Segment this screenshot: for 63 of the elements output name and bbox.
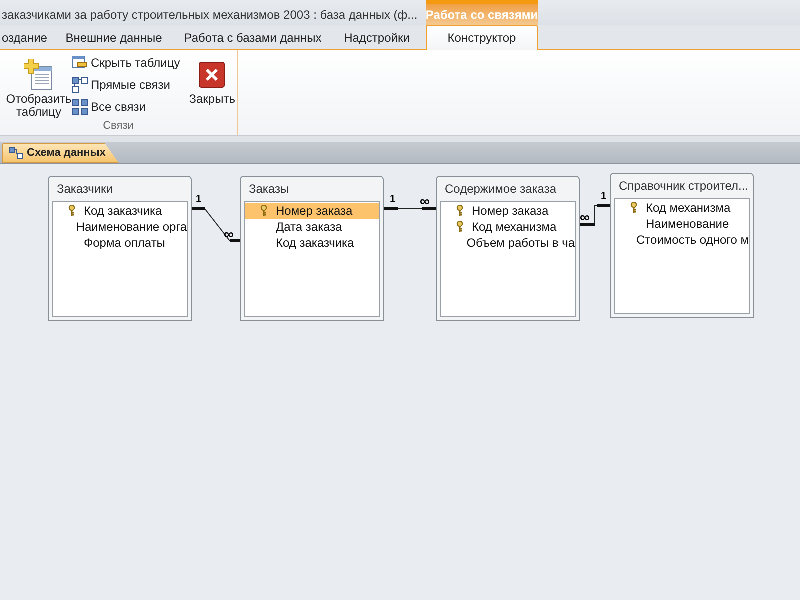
field-name: Номер заказа	[276, 203, 353, 220]
field-name: Стоимость одного м	[636, 232, 749, 249]
field-name: Номер заказа	[472, 203, 549, 220]
table-plus-icon	[24, 59, 54, 91]
field-row[interactable]: Номер заказа	[245, 203, 379, 219]
field-name: Наименование орга	[76, 219, 187, 236]
ribbon-button[interactable]: Прямые связи	[72, 74, 180, 96]
table-window[interactable]: Заказчики Код заказчика Наименование орга Форма оплаты	[48, 176, 192, 321]
ribbon-button[interactable]: Скрыть таблицу	[72, 52, 180, 74]
field-row[interactable]: Наименование	[615, 216, 749, 232]
one-label: 1	[390, 195, 396, 205]
context-tab-group-label: Работа со связями	[426, 6, 538, 24]
key-icon	[456, 205, 464, 217]
relations-grid-icon	[72, 99, 88, 115]
many-label: ∞	[420, 195, 430, 207]
relations-icon	[9, 147, 23, 159]
many-label: ∞	[580, 211, 590, 223]
field-row[interactable]: Наименование орга	[53, 219, 187, 235]
field-row[interactable]: Код механизма	[441, 219, 575, 235]
key-icon	[630, 202, 638, 214]
field-row[interactable]: Форма оплаты	[53, 235, 187, 251]
key-icon	[68, 205, 76, 217]
one-label: 1	[601, 192, 607, 202]
ribbon-tab[interactable]: оздание	[0, 25, 48, 50]
table-window[interactable]: Заказы Номер заказа Дата заказа Код заказчика	[240, 176, 384, 321]
table-title: Справочник строител...	[618, 178, 750, 195]
ribbon-tab[interactable]: Внешние данные	[56, 25, 172, 50]
field-row[interactable]: Код механизма	[615, 200, 749, 216]
table-title: Заказчики	[56, 181, 114, 198]
ribbon-button[interactable]: Все связи	[72, 96, 180, 118]
group-label: Связи	[102, 119, 135, 134]
table-minus-icon	[72, 56, 88, 70]
field-row[interactable]: Дата заказа	[245, 219, 379, 235]
ribbon-tab[interactable]: Надстройки	[334, 25, 420, 50]
field-row[interactable]: Код заказчика	[53, 203, 187, 219]
relations-icon	[72, 77, 88, 93]
field-name: Код заказчика	[276, 235, 354, 252]
field-name: Наименование	[646, 216, 730, 233]
field-name: Форма оплаты	[84, 235, 166, 252]
ribbon-tab[interactable]: Конструктор	[426, 25, 538, 50]
table-window[interactable]: Справочник строител... Код механизма Наименование Стоимость одного м	[610, 173, 754, 318]
field-name: Код механизма	[472, 219, 557, 236]
field-row[interactable]: Код заказчика	[245, 235, 379, 251]
document-tab[interactable]: Схема данных	[2, 143, 119, 163]
ribbon-tab[interactable]: Работа с базами данных	[176, 25, 330, 50]
table-title: Содержимое заказа	[444, 181, 558, 198]
field-row[interactable]: Объем работы в ча	[441, 235, 575, 251]
field-name: Код механизма	[646, 200, 731, 217]
field-row[interactable]: Стоимость одного м	[615, 232, 749, 248]
many-label: ∞	[224, 228, 234, 240]
field-row[interactable]: Номер заказа	[441, 203, 575, 219]
window-title: заказчиками за работу строительных механизмов 2003 : база данных (ф...	[2, 7, 418, 24]
field-name: Дата заказа	[276, 219, 342, 236]
key-icon	[456, 221, 464, 233]
close-icon	[199, 62, 226, 88]
field-name: Объем работы в ча	[466, 235, 575, 252]
field-name: Код заказчика	[84, 203, 162, 220]
key-icon	[260, 205, 268, 217]
ribbon-button[interactable]: Отобразить таблицу	[6, 51, 72, 119]
table-title: Заказы	[248, 181, 290, 198]
one-label: 1	[196, 195, 202, 205]
ribbon-button[interactable]: Закрыть	[186, 51, 238, 106]
table-window[interactable]: Содержимое заказа Номер заказа Код механизма Объем работы в ча	[436, 176, 580, 321]
